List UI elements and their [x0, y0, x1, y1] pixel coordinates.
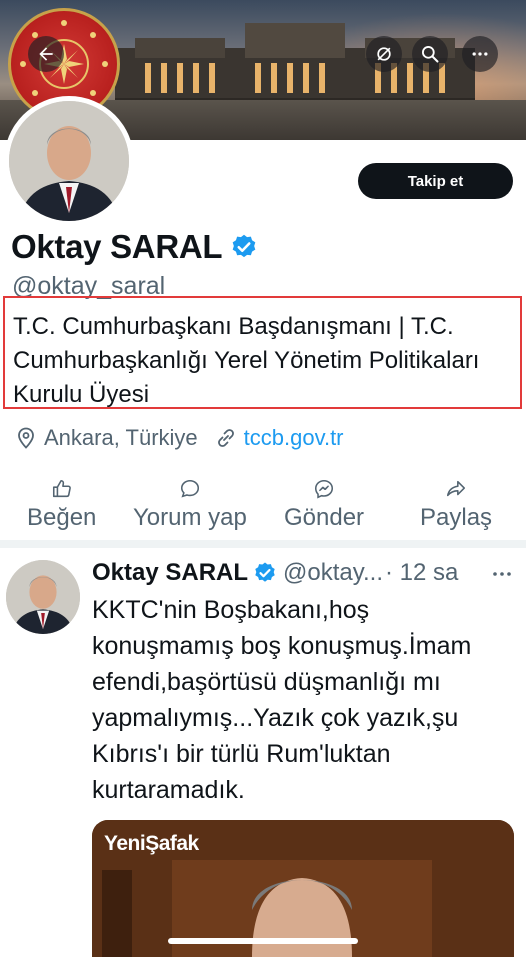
link-icon — [217, 429, 234, 447]
search-button[interactable] — [412, 36, 448, 72]
tweet-media[interactable]: YeniŞafak — [92, 820, 514, 957]
share-icon — [446, 480, 466, 497]
profile-meta: Ankara, Türkiye tccb.gov.tr — [14, 425, 344, 451]
messenger-icon — [315, 479, 334, 499]
more-icon — [472, 52, 488, 56]
comment-icon — [180, 479, 199, 498]
tweet-text: KKTC'nin Boşbakanı,hoş konuşmamış boş ko… — [92, 596, 472, 804]
profile-name: Oktay SARAL — [11, 228, 223, 265]
tweet-author-handle: @oktay... — [283, 559, 383, 586]
share-button[interactable]: Paylaş — [420, 478, 492, 532]
section-divider — [0, 540, 526, 548]
share-label: Paylaş — [420, 504, 493, 531]
tweet-avatar[interactable] — [6, 560, 80, 634]
profile-bio: T.C. Cumhurbaşkanı Başdanışmanı | T.C. C… — [13, 313, 480, 408]
like-button[interactable]: Beğen — [27, 478, 96, 532]
profile-location: Ankara, Türkiye — [44, 425, 198, 450]
back-button[interactable] — [28, 36, 64, 72]
tweet-header: Oktay SARAL @oktay... · 12 sa — [92, 559, 458, 587]
profile-actions: Beğen Yorum yap Gönder Paylaş — [0, 478, 526, 536]
tweet-more-icon[interactable] — [490, 562, 514, 586]
reply-label: Yorum yap — [133, 504, 247, 531]
arrow-left-icon — [39, 47, 53, 61]
more-button[interactable] — [462, 36, 498, 72]
search-icon — [422, 46, 439, 63]
media-logo: YeniŞafak — [104, 832, 199, 855]
profile-avatar[interactable] — [4, 96, 134, 226]
thumbs-up-icon — [52, 479, 71, 498]
bio-highlight-box: T.C. Cumhurbaşkanı Başdanışmanı | T.C. C… — [3, 296, 522, 409]
tweet-author-name[interactable]: Oktay SARAL — [92, 559, 248, 587]
tweet-timestamp: · 12 sa — [385, 559, 459, 586]
location-pin-icon — [18, 427, 34, 449]
send-button[interactable]: Gönder — [284, 478, 364, 532]
follow-button[interactable]: Takip et — [358, 163, 513, 199]
reply-button[interactable]: Yorum yap — [133, 478, 247, 532]
verified-badge-icon — [255, 562, 275, 582]
send-label: Gönder — [284, 504, 365, 531]
profile-website-link[interactable]: tccb.gov.tr — [244, 425, 344, 451]
bell-off-icon — [377, 47, 391, 61]
home-indicator[interactable] — [168, 938, 358, 944]
like-label: Beğen — [27, 504, 97, 531]
notifications-off-button[interactable] — [366, 36, 402, 72]
verified-badge-icon — [232, 234, 256, 258]
profile-name-row: Oktay SARAL — [11, 228, 258, 266]
avatar-photo — [9, 101, 129, 221]
